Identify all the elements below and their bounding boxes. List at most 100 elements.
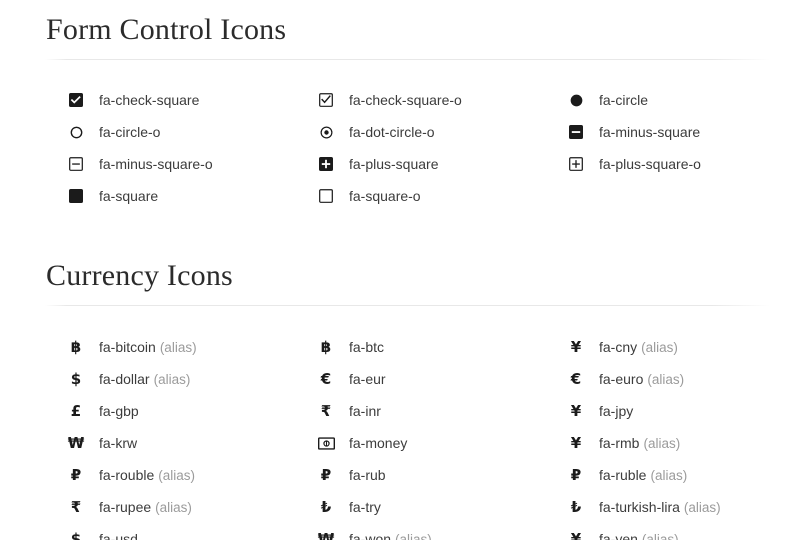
icon-column-3: fa-circle fa-minus-square fa-plus-square-o (562, 84, 800, 212)
list-item[interactable]: £ fa-gbp (62, 395, 312, 427)
page-title: Form Control Icons (46, 13, 287, 46)
alias-tag: (alias) (395, 531, 432, 540)
icon-name-label: fa-usd (99, 531, 138, 540)
dollar-icon: $ (62, 369, 90, 388)
cny-icon: ¥ (562, 339, 590, 355)
list-item[interactable]: ₩ fa-krw (62, 427, 312, 459)
icon-name-label: fa-circle (599, 92, 649, 108)
euro-icon: € (562, 369, 590, 388)
btc-icon-glyph: ฿ (320, 337, 332, 356)
list-item[interactable]: fa-minus-square-o (62, 148, 312, 180)
icon-name-label: fa-krw (99, 435, 138, 451)
icon-name-label: fa-money (349, 435, 408, 451)
currency-section-title: Currency Icons (46, 259, 233, 292)
icon-name-label: fa-gbp (99, 403, 139, 419)
list-item[interactable]: € fa-eur (312, 363, 562, 395)
currency-icon-grid: ฿ fa-bitcoin (alias) $ fa-dollar (alias) £ fa-g… (0, 306, 800, 540)
list-item[interactable]: ₽ fa-rouble (alias) (62, 459, 312, 491)
alias-tag: (alias) (159, 339, 197, 355)
list-item[interactable]: ₩ fa-won (alias) (312, 523, 562, 540)
list-item[interactable]: ฿ fa-bitcoin (alias) (62, 331, 312, 363)
icon-name-label: fa-yen (599, 531, 638, 540)
list-item[interactable]: fa-circle-o (62, 116, 312, 148)
alias-tag: (alias) (647, 371, 685, 387)
jpy-icon: ¥ (562, 403, 590, 419)
list-item[interactable]: fa-circle (562, 84, 800, 116)
icon-name-label: fa-check-square (99, 92, 200, 108)
usd-icon: $ (62, 531, 90, 540)
rub-icon: ₽ (312, 465, 340, 484)
list-item[interactable]: ₹ fa-inr (312, 395, 562, 427)
list-item[interactable]: fa-minus-square (562, 116, 800, 148)
try-icon-glyph: ₺ (320, 497, 332, 516)
list-item[interactable]: € fa-euro (alias) (562, 363, 800, 395)
krw-icon-glyph: ₩ (67, 433, 85, 452)
alias-tag: (alias) (153, 371, 191, 387)
list-item[interactable]: fa-plus-square-o (562, 148, 800, 180)
icon-name-label: fa-rub (349, 467, 386, 483)
icon-column-1: ฿ fa-bitcoin (alias) $ fa-dollar (alias) £ fa-g… (62, 331, 312, 540)
icon-name-label: fa-dollar (99, 371, 150, 387)
icon-name-label: fa-minus-square-o (99, 156, 213, 172)
icon-name-label: fa-rouble (99, 467, 155, 483)
list-item[interactable]: ₹ fa-rupee (alias) (62, 491, 312, 523)
yen-icon: ¥ (562, 531, 590, 540)
eur-icon-glyph: € (320, 369, 332, 388)
alias-tag: (alias) (155, 499, 192, 515)
list-item[interactable]: ₽ fa-rub (312, 459, 562, 491)
list-item[interactable]: $ fa-dollar (alias) (62, 363, 312, 395)
try-icon: ₺ (312, 497, 340, 516)
list-item[interactable]: fa-plus-square (312, 148, 562, 180)
icon-column-3: ¥ fa-cny (alias) € fa-euro (alias) ¥ fa-jpy ¥ fa-… (562, 331, 800, 540)
alias-tag: (alias) (683, 499, 721, 515)
icon-name-label: fa-inr (349, 403, 381, 419)
gbp-icon: £ (62, 403, 90, 419)
list-item[interactable]: fa-dot-circle-o (312, 116, 562, 148)
alias-tag: (alias) (650, 467, 688, 483)
currency-section: Currency Icons ฿ fa-bitcoin (alias) $ fa-dol… (0, 212, 800, 540)
list-item[interactable]: fa-check-square-o (312, 84, 562, 116)
icon-reference-page: Form Control Icons fa-check-square fa-cir… (0, 0, 800, 540)
rmb-icon-glyph: ¥ (570, 433, 582, 452)
icon-name-label: fa-eur (349, 371, 386, 387)
inr-icon-glyph: ₹ (320, 401, 332, 420)
icon-name-label: fa-check-square-o (349, 92, 462, 108)
icon-name-label: fa-plus-square (349, 156, 439, 172)
ruble-icon: ₽ (562, 467, 590, 483)
icon-name-label: fa-plus-square-o (599, 156, 701, 172)
list-item[interactable]: ₽ fa-ruble (alias) (562, 459, 800, 491)
list-item[interactable]: fa-money (312, 427, 562, 459)
minus-square-o-icon (62, 157, 90, 171)
list-item[interactable]: fa-check-square (62, 84, 312, 116)
list-item[interactable]: $ fa-usd (62, 523, 312, 540)
bitcoin-icon: ฿ (62, 339, 90, 355)
icon-name-label: fa-rmb (599, 435, 640, 451)
list-item[interactable]: ₺ fa-turkish-lira (alias) (562, 491, 800, 523)
won-icon-glyph: ₩ (317, 529, 335, 540)
alias-tag: (alias) (643, 435, 681, 451)
list-item[interactable]: ¥ fa-cny (alias) (562, 331, 800, 363)
icon-name-label: fa-btc (349, 339, 385, 355)
icon-name-label: fa-minus-square (599, 124, 701, 140)
icon-name-label: fa-rupee (99, 499, 152, 515)
rub-icon-glyph: ₽ (320, 465, 332, 484)
list-item[interactable]: ¥ fa-rmb (alias) (562, 427, 800, 459)
icon-name-label: fa-jpy (599, 403, 634, 419)
icon-name-label: fa-euro (599, 371, 644, 387)
icon-column-2: fa-check-square-o fa-dot-circle-o fa-plus-… (312, 84, 562, 212)
rupee-icon: ₹ (62, 499, 90, 515)
icon-column-1: fa-check-square fa-circle-o fa-minus-squar… (62, 84, 312, 212)
form-control-icon-grid: fa-check-square fa-circle-o fa-minus-squar… (0, 60, 800, 212)
alias-tag: (alias) (158, 467, 196, 483)
list-item[interactable]: fa-square (62, 180, 312, 212)
dollar-icon-glyph: $ (70, 369, 82, 388)
list-item[interactable]: ฿ fa-btc (312, 331, 562, 363)
list-item[interactable]: fa-square-o (312, 180, 562, 212)
btc-icon: ฿ (312, 337, 340, 356)
rouble-icon: ₽ (62, 467, 90, 483)
list-item[interactable]: ₺ fa-try (312, 491, 562, 523)
circle-icon (562, 94, 590, 107)
list-item[interactable]: ¥ fa-jpy (562, 395, 800, 427)
euro-icon-glyph: € (570, 369, 582, 388)
list-item[interactable]: ¥ fa-yen (alias) (562, 523, 800, 540)
